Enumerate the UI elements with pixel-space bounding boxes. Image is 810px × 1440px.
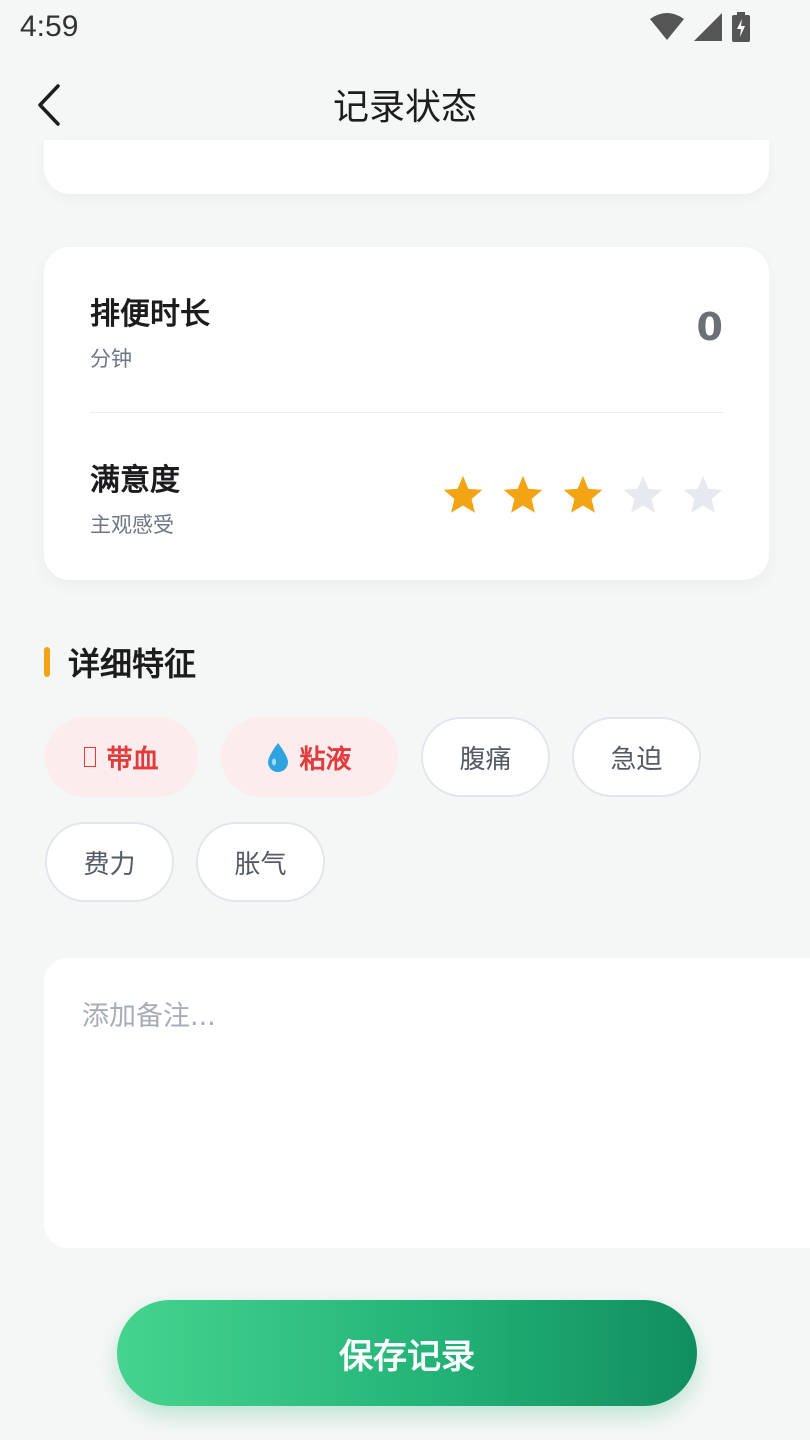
tag-label: 胀气 bbox=[234, 849, 287, 880]
tag-blood[interactable]: 带血 bbox=[45, 717, 198, 797]
star-rating[interactable] bbox=[441, 473, 725, 517]
tag-label: 急迫 bbox=[610, 744, 663, 775]
previous-card bbox=[44, 140, 769, 194]
star-empty-icon[interactable] bbox=[681, 473, 725, 517]
notes-placeholder: 添加备注... bbox=[82, 1001, 216, 1032]
tag-label: 粘液 bbox=[299, 744, 352, 775]
tag-label: 带血 bbox=[106, 744, 159, 775]
status-bar: 4:59 bbox=[0, 0, 810, 56]
wifi-icon bbox=[650, 13, 684, 40]
tag-abdominal-pain[interactable]: 腹痛 bbox=[421, 717, 550, 797]
star-filled-icon[interactable] bbox=[441, 473, 485, 517]
status-icons bbox=[650, 12, 750, 42]
tag-bloating[interactable]: 胀气 bbox=[196, 822, 325, 902]
battery-charging-icon bbox=[732, 12, 750, 42]
notes-input[interactable]: 添加备注... bbox=[44, 958, 810, 1248]
tag-mucus[interactable]: 粘液 bbox=[221, 717, 398, 797]
details-section-header: 详细特征 bbox=[44, 640, 196, 684]
satisfaction-title: 满意度 bbox=[90, 463, 180, 498]
star-filled-icon[interactable] bbox=[501, 473, 545, 517]
tag-urgency[interactable]: 急迫 bbox=[572, 717, 701, 797]
star-empty-icon[interactable] bbox=[621, 473, 665, 517]
duration-title: 排便时长 bbox=[90, 297, 210, 332]
divider bbox=[90, 412, 723, 413]
star-filled-icon[interactable] bbox=[561, 473, 605, 517]
signal-icon bbox=[694, 13, 722, 41]
blood-icon bbox=[84, 747, 97, 767]
satisfaction-subtitle: 主观感受 bbox=[90, 513, 174, 537]
status-time: 4:59 bbox=[20, 10, 79, 43]
page-title: 记录状态 bbox=[332, 87, 477, 128]
nav-bar: 记录状态 bbox=[0, 60, 810, 150]
duration-unit: 分钟 bbox=[90, 347, 132, 371]
section-accent-bar bbox=[44, 647, 50, 677]
save-button[interactable]: 保存记录 bbox=[117, 1300, 697, 1406]
duration-value[interactable]: 0 bbox=[697, 305, 723, 349]
section-title: 详细特征 bbox=[68, 645, 197, 683]
tag-straining[interactable]: 费力 bbox=[45, 822, 174, 902]
tag-label: 腹痛 bbox=[459, 744, 512, 775]
tag-label: 费力 bbox=[83, 849, 136, 880]
metrics-card: 排便时长 分钟 0 满意度 主观感受 bbox=[44, 247, 769, 580]
water-drop-icon bbox=[268, 743, 289, 772]
